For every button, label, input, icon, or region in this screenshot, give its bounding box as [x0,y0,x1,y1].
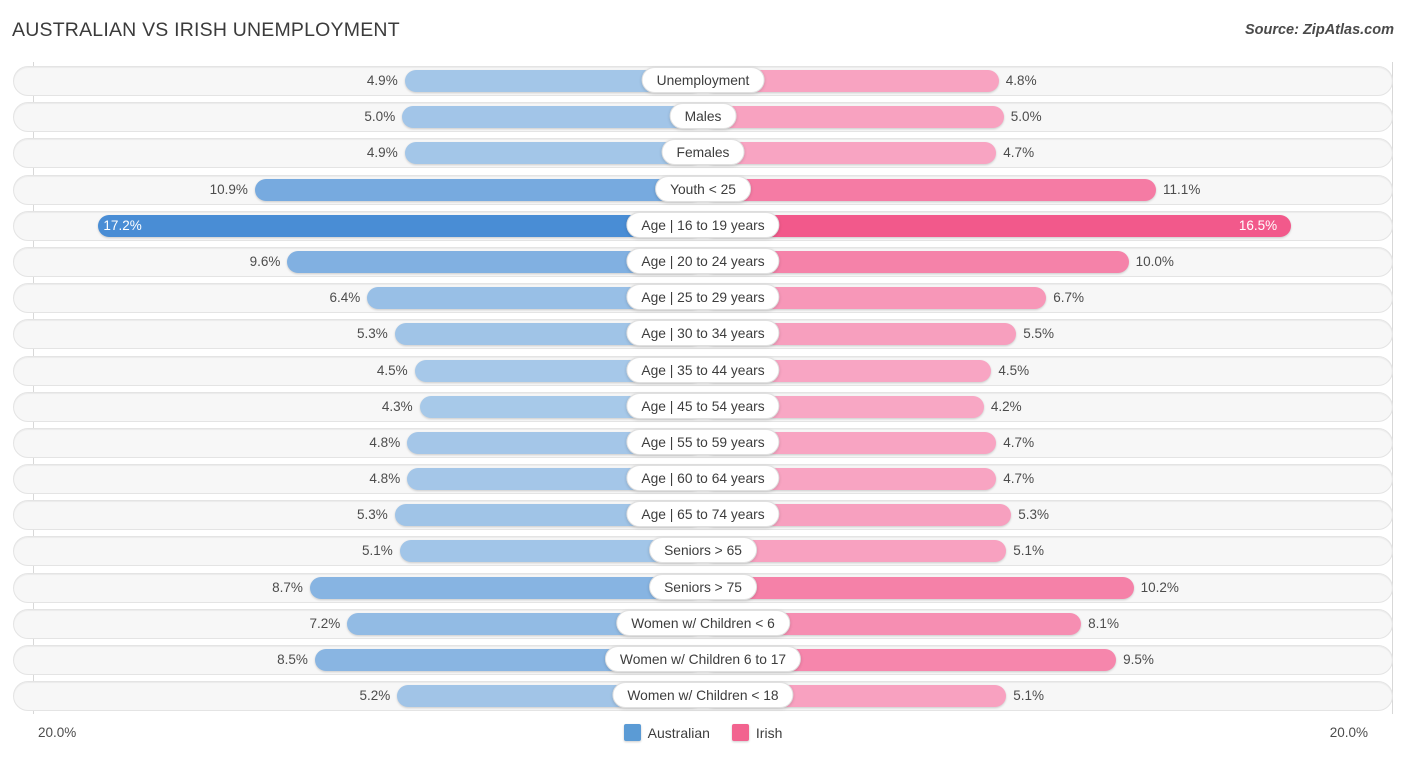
value-label-irish: 5.3% [1018,507,1050,523]
chart-row: 10.9% 11.1% Youth < 25 [0,174,1406,205]
category-label-pill: Age | 60 to 64 years [626,465,780,492]
value-label-australian: 4.8% [369,471,401,487]
chart-legend: Australian Irish [0,724,1406,741]
chart-row: 17.2% 16.5% Age | 16 to 19 years [0,210,1406,241]
chart-row: 4.9% 4.7% Females [0,138,1406,169]
value-label-irish: 5.0% [1010,109,1042,125]
value-label-australian: 4.9% [366,73,398,88]
chart-row: 5.2% 5.1% Women w/ Children < 18 [0,681,1406,712]
bar-irish[interactable] [703,576,1134,599]
legend-item[interactable]: Australian [623,724,710,741]
category-label-pill: Seniors > 65 [649,537,757,564]
value-label-irish: 4.5% [998,362,1030,378]
value-label-australian: 5.1% [361,543,393,559]
category-label-pill: Age | 30 to 34 years [626,320,780,347]
chart-row: 8.5% 9.5% Women w/ Children 6 to 17 [0,645,1406,675]
value-label-australian: 4.3% [381,398,413,414]
value-label-irish: 4.7% [1003,145,1035,161]
value-label-australian: 5.0% [364,109,396,125]
value-label-australian: 8.5% [277,652,308,667]
category-label-pill: Women w/ Children 6 to 17 [604,646,802,672]
category-label-pill: Age | 65 to 74 years [626,501,780,528]
value-label-australian: 17.2% [103,217,142,233]
category-label-pill: Age | 16 to 19 years [626,211,780,238]
chart-row: 6.4% 6.7% Age | 25 to 29 years [0,283,1406,314]
value-label-irish: 4.7% [1003,434,1035,450]
bar-australian[interactable] [402,106,703,129]
chart-row: 5.0% 5.0% Males [0,102,1406,133]
value-label-australian: 4.5% [376,362,408,378]
legend-swatch-icon [623,724,641,741]
chart-row: 4.9% 4.8% Unemployment [0,66,1406,96]
chart-row: 5.3% 5.5% Age | 30 to 34 years [0,319,1406,350]
category-label-pill: Age | 20 to 24 years [626,247,780,274]
category-label-pill: Women w/ Children < 6 [616,609,790,636]
value-label-australian: 8.7% [272,579,303,595]
bar-irish[interactable] [703,106,1004,129]
value-label-australian: 5.3% [356,326,388,342]
value-label-irish: 11.1% [1163,181,1201,197]
value-label-irish: 5.1% [1013,543,1045,559]
chart-footer: 20.0% 20.0% Australian Irish [0,717,1406,757]
value-label-irish: 5.5% [1023,326,1055,342]
chart-row: 5.3% 5.3% Age | 65 to 74 years [0,500,1406,531]
bar-irish[interactable] [703,178,1157,201]
value-label-australian: 10.9% [209,181,248,197]
value-label-australian: 9.6% [249,253,281,269]
legend-item[interactable]: Irish [731,724,783,741]
value-label-australian: 5.2% [359,688,391,704]
bar-australian[interactable] [254,178,703,201]
legend-swatch-icon [731,724,749,741]
bar-irish[interactable] [703,142,997,165]
value-label-australian: 5.3% [356,507,388,523]
bar-irish[interactable] [703,214,1291,237]
bar-rows-container: 4.9% 4.8% Unemployment 5.0% 5.0% Males 4.9% 4.7… [0,66,1406,717]
category-label-pill: Unemployment [641,67,765,93]
value-label-irish: 6.7% [1053,290,1084,306]
chart-row: 8.7% 10.2% Seniors > 75 [0,572,1406,603]
category-label-pill: Age | 55 to 59 years [626,428,780,455]
page-title: AUSTRALIAN VS IRISH UNEMPLOYMENT [12,19,400,41]
chart-header: AUSTRALIAN VS IRISH UNEMPLOYMENT Source:… [0,0,1406,62]
category-label-pill: Age | 25 to 29 years [626,284,780,311]
bar-australian[interactable] [404,142,703,165]
chart-row: 9.6% 10.0% Age | 20 to 24 years [0,246,1406,277]
value-label-australian: 4.8% [369,434,401,450]
chart-row: 7.2% 8.1% Women w/ Children < 6 [0,608,1406,639]
category-label-pill: Age | 45 to 54 years [626,392,780,419]
value-label-irish: 4.7% [1003,471,1035,487]
legend-label: Irish [755,724,783,741]
source-attribution: Source: ZipAtlas.com [1244,22,1394,38]
chart-row: 4.5% 4.5% Age | 35 to 44 years [0,355,1406,386]
value-label-irish: 10.0% [1135,253,1174,269]
value-label-irish: 4.2% [990,398,1022,414]
category-label-pill: Males [669,103,737,130]
chart-plot-area: 4.9% 4.8% Unemployment 5.0% 5.0% Males 4.9% 4.7… [0,62,1406,717]
chart-row: 4.3% 4.2% Age | 45 to 54 years [0,391,1406,422]
legend-label: Australian [647,724,710,741]
bar-australian[interactable] [97,214,703,237]
category-label-pill: Age | 35 to 44 years [626,356,780,383]
value-label-irish: 8.1% [1088,615,1119,631]
chart-row: 5.1% 5.1% Seniors > 65 [0,536,1406,567]
value-label-irish: 4.8% [1005,73,1037,88]
bar-australian[interactable] [309,576,703,599]
value-label-irish: 9.5% [1123,652,1154,667]
value-label-australian: 4.9% [366,145,398,161]
chart-row: 4.8% 4.7% Age | 55 to 59 years [0,427,1406,458]
category-label-pill: Youth < 25 [655,175,751,202]
value-label-irish: 16.5% [1238,217,1278,233]
category-label-pill: Seniors > 75 [649,573,757,600]
chart-row: 4.8% 4.7% Age | 60 to 64 years [0,464,1406,495]
category-label-pill: Women w/ Children < 18 [612,682,794,709]
value-label-irish: 10.2% [1140,579,1179,595]
value-label-irish: 5.1% [1013,688,1045,704]
value-label-australian: 6.4% [329,290,361,306]
category-label-pill: Females [661,139,745,166]
value-label-australian: 7.2% [309,615,341,631]
